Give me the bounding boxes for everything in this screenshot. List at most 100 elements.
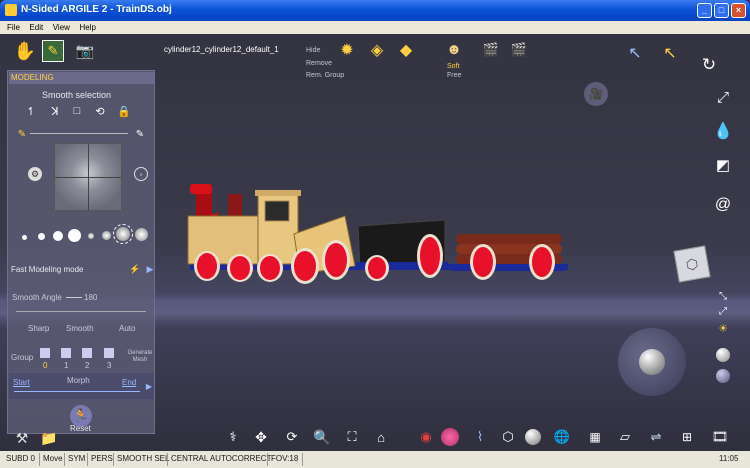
camera-toggle-icon[interactable]: 🎥 bbox=[584, 82, 608, 106]
brush-soft-3-selected[interactable] bbox=[113, 224, 133, 244]
navigation-sphere[interactable] bbox=[618, 328, 686, 396]
sphere-material-icon[interactable] bbox=[716, 348, 730, 362]
scale-small-icon[interactable]: ⤢ bbox=[716, 305, 730, 317]
tender-car bbox=[291, 215, 356, 284]
smooth-selection-label: Smooth selection bbox=[42, 90, 112, 100]
arrow-cursor-yellow-icon[interactable]: ↖ bbox=[660, 43, 680, 63]
group-level-0-icon[interactable] bbox=[40, 348, 50, 358]
hide-link[interactable]: Hide bbox=[306, 47, 320, 54]
group-level-1[interactable]: 1 bbox=[64, 361, 68, 370]
sharp-option[interactable]: Sharp bbox=[28, 324, 49, 333]
group-level-2-icon[interactable] bbox=[82, 348, 92, 358]
group-level-3-icon[interactable] bbox=[104, 348, 114, 358]
navigate-icon[interactable]: ⚕ bbox=[224, 428, 242, 446]
drop-icon[interactable]: 💧 bbox=[712, 120, 734, 142]
mirror-icon[interactable]: ⇌ bbox=[647, 428, 665, 446]
uv-map-icon[interactable]: ▦ bbox=[586, 428, 604, 446]
reset-button[interactable]: Reset bbox=[70, 424, 91, 433]
minimize-button[interactable]: _ bbox=[697, 3, 712, 18]
group-level-2[interactable]: 2 bbox=[85, 361, 89, 370]
curve-icon[interactable]: ⌇ bbox=[471, 428, 489, 446]
lasso-select-icon[interactable]: ꓘ bbox=[49, 105, 61, 118]
settings-tools-icon[interactable]: ⚒ bbox=[11, 428, 33, 448]
shaded-sphere-icon[interactable] bbox=[525, 429, 541, 445]
frame-all-icon[interactable]: ⛶ bbox=[343, 428, 361, 446]
group-level-3[interactable]: 3 bbox=[107, 361, 111, 370]
brush-size-1[interactable] bbox=[22, 235, 27, 240]
smooth-option[interactable]: Smooth bbox=[66, 324, 94, 333]
menu-edit[interactable]: Edit bbox=[29, 21, 43, 34]
log-car bbox=[452, 234, 564, 280]
orbit-icon[interactable]: ⟳ bbox=[283, 428, 301, 446]
pen-alt-icon[interactable]: ✎ bbox=[134, 128, 146, 140]
lock-select-icon[interactable]: 🔒 bbox=[117, 105, 131, 118]
pen-icon[interactable]: ✎ bbox=[16, 128, 28, 140]
brush-soft-1[interactable] bbox=[88, 233, 94, 239]
brush-soft-4[interactable] bbox=[135, 228, 148, 241]
view-cube[interactable]: ⬡ bbox=[673, 245, 711, 283]
hand-tool-icon[interactable]: ✋ bbox=[14, 40, 36, 62]
select-face-icon[interactable]: ◆ bbox=[396, 40, 416, 60]
close-button[interactable]: × bbox=[731, 3, 746, 18]
invert-select-icon[interactable]: ⟲ bbox=[94, 105, 106, 118]
menu-help[interactable]: Help bbox=[79, 21, 95, 34]
zoom-icon[interactable]: 🔍 bbox=[313, 428, 331, 446]
menu-view[interactable]: View bbox=[53, 21, 70, 34]
brush-size-4[interactable] bbox=[68, 229, 81, 242]
generate-mesh-button[interactable]: Generate Mesh bbox=[125, 350, 155, 364]
status-clock: 11:05 bbox=[719, 454, 739, 463]
group-level-0[interactable]: 0 bbox=[43, 361, 47, 370]
soft-free-head-icon[interactable]: ☻ bbox=[444, 38, 464, 60]
sphere-shade-icon[interactable] bbox=[716, 369, 730, 383]
wire-sphere-icon[interactable] bbox=[441, 428, 459, 446]
film-camera-2-icon[interactable]: 🎬 bbox=[508, 41, 530, 59]
brush-size-3[interactable] bbox=[53, 231, 63, 241]
expand-arrow-icon[interactable]: ▶ bbox=[145, 264, 155, 274]
lightning-icon[interactable]: ⚡ bbox=[129, 264, 140, 274]
arrow-cursor-icon[interactable]: ↖ bbox=[625, 43, 645, 63]
auto-option[interactable]: Auto bbox=[119, 324, 135, 333]
title-bar[interactable]: N-Sided ARGILE 2 - TrainDS.obj _ □ × bbox=[0, 0, 750, 21]
open-folder-icon[interactable]: 📁 bbox=[38, 428, 60, 448]
brush-size-2[interactable] bbox=[38, 233, 45, 240]
rotate-icon[interactable]: ↻ bbox=[698, 54, 720, 76]
fast-modeling-label: Fast Modeling mode bbox=[11, 265, 84, 274]
home-view-icon[interactable]: ⌂ bbox=[372, 428, 390, 446]
render-film-icon[interactable]: 🎞 bbox=[711, 428, 729, 446]
group-level-1-icon[interactable] bbox=[61, 348, 71, 358]
morph-expand-icon[interactable]: ▶ bbox=[145, 381, 153, 391]
eraser-icon[interactable]: ◩ bbox=[712, 154, 734, 176]
maximize-button[interactable]: □ bbox=[714, 3, 729, 18]
rem-group-link[interactable]: Rem. Group bbox=[306, 72, 344, 79]
window-title: N-Sided ARGILE 2 - TrainDS.obj bbox=[21, 4, 172, 15]
falloff-slider-track[interactable] bbox=[30, 133, 128, 134]
brush-soft-2[interactable] bbox=[102, 231, 111, 240]
select-vertex-icon[interactable]: ✹ bbox=[337, 40, 357, 60]
smooth-angle-slider[interactable] bbox=[16, 311, 146, 312]
select-edge-icon[interactable]: ◈ bbox=[367, 40, 387, 60]
status-pers: PERS bbox=[91, 454, 113, 463]
brush-profile-icon[interactable]: ⚙ bbox=[28, 167, 42, 181]
spiral-icon[interactable]: @ bbox=[712, 194, 734, 216]
brush-falloff-preview[interactable] bbox=[54, 143, 122, 211]
globe-icon[interactable]: 🌐 bbox=[553, 428, 571, 446]
pan-icon[interactable]: ✥ bbox=[252, 428, 270, 446]
brush-select-icon[interactable]: ↿ bbox=[25, 105, 37, 118]
film-camera-icon[interactable]: 🎬 bbox=[481, 41, 501, 59]
morph-slider[interactable] bbox=[14, 391, 140, 392]
paint-tool-icon[interactable]: ✎ bbox=[42, 40, 64, 62]
rect-select-icon[interactable]: □ bbox=[71, 105, 83, 117]
brush-reset-icon[interactable]: ◦ bbox=[134, 167, 148, 181]
move-small-icon[interactable]: ⤡ bbox=[716, 290, 730, 302]
morph-start[interactable]: Start bbox=[13, 378, 30, 387]
light-icon[interactable]: ☀ bbox=[716, 321, 730, 335]
morph-end[interactable]: End bbox=[122, 378, 136, 387]
wire-cube-icon[interactable]: ⬡ bbox=[499, 428, 517, 446]
scale-axis-icon[interactable]: ⤢ bbox=[712, 86, 734, 108]
menu-file[interactable]: File bbox=[7, 21, 20, 34]
remove-link[interactable]: Remove bbox=[306, 60, 332, 67]
snapshot-camera-icon[interactable]: 📷 bbox=[74, 40, 96, 62]
eye-icon[interactable]: ◉ bbox=[417, 428, 435, 446]
plane-icon[interactable]: ▱ bbox=[616, 428, 634, 446]
subdivide-icon[interactable]: ⊞ bbox=[676, 428, 698, 446]
